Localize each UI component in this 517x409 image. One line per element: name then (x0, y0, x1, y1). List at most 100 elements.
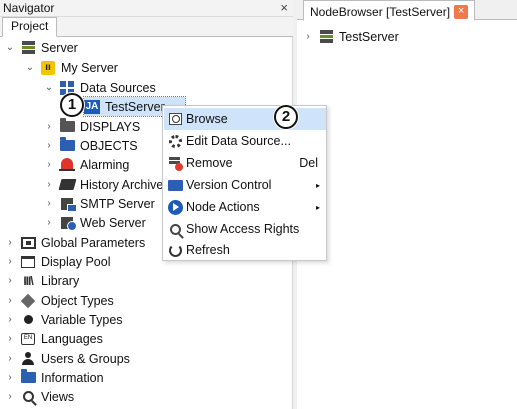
remove-icon (167, 155, 183, 171)
context-menu: Browse Edit Data Source... Remove Del Ve… (162, 105, 327, 261)
node-browser-root[interactable]: › TestServer (302, 27, 398, 46)
tree-item-my-server[interactable]: ⌄ ıı My Server (24, 58, 118, 77)
tree-item-data-sources[interactable]: ⌄ Data Sources (43, 78, 156, 97)
expand-chevron-icon[interactable]: › (4, 275, 16, 286)
expand-chevron-icon[interactable]: ⌄ (43, 82, 55, 93)
tree-item-label: Alarming (80, 157, 130, 172)
folder-icon (59, 118, 75, 135)
menu-item-label: Refresh (186, 243, 230, 257)
tree-item-server[interactable]: ⌄ Server (4, 38, 78, 57)
tab-project[interactable]: Project (2, 17, 58, 37)
library-icon: III\ (23, 273, 33, 288)
tree-item-web-server[interactable]: › Web Server (43, 213, 146, 232)
expand-chevron-icon[interactable]: › (43, 198, 55, 209)
step-badge-2: 2 (274, 105, 298, 129)
tree-item-history-archive[interactable]: › History Archive (43, 175, 163, 194)
display-pool-icon (20, 254, 36, 270)
user-icon (20, 351, 36, 367)
expand-chevron-icon[interactable]: › (43, 179, 55, 190)
tree-item-label: OBJECTS (80, 138, 138, 153)
expand-chevron-icon[interactable]: ⌄ (4, 42, 16, 53)
expand-chevron-icon[interactable]: › (4, 333, 16, 344)
expand-chevron-icon[interactable]: › (4, 295, 16, 306)
submenu-arrow-icon: ▸ (315, 180, 320, 190)
tree-item-label: Global Parameters (41, 235, 146, 250)
tree-item-languages[interactable]: › EN Languages (4, 329, 103, 348)
tree-item-variable-types[interactable]: › Variable Types (4, 310, 123, 329)
search-icon (20, 389, 36, 405)
tree-item-label: Library (41, 273, 80, 288)
tree-item-label: Languages (41, 331, 103, 346)
menu-item-refresh[interactable]: Refresh (164, 239, 326, 261)
tree-item-label: Server (41, 40, 78, 55)
menu-item-label: Node Actions (186, 200, 260, 214)
menu-item-show-access-rights[interactable]: Show Access Rights (164, 218, 326, 240)
expand-chevron-icon[interactable]: › (43, 121, 55, 132)
navigator-tabstrip: Project (0, 17, 293, 37)
expand-chevron-icon[interactable]: › (4, 372, 16, 383)
expand-chevron-icon[interactable]: › (4, 391, 16, 402)
expand-chevron-icon[interactable]: › (43, 140, 55, 151)
languages-icon: EN (20, 331, 36, 347)
menu-item-label: Browse (186, 112, 228, 126)
tree-item-label: History Archive (80, 177, 164, 192)
server-icon (318, 29, 334, 45)
play-icon (167, 199, 183, 215)
folder-icon (20, 369, 36, 386)
menu-item-shortcut: Del (299, 156, 318, 170)
magnifier-icon (167, 221, 183, 237)
folder-icon (59, 137, 75, 154)
browse-icon (167, 111, 183, 127)
server-icon (20, 40, 36, 56)
tree-item-label: Data Sources (80, 80, 156, 95)
menu-item-version-control[interactable]: Version Control ▸ (164, 174, 326, 196)
navigator-title: Navigator (3, 1, 55, 15)
book-icon (58, 177, 76, 193)
tree-item-alarming[interactable]: › Alarming (43, 155, 129, 174)
menu-item-label: Show Access Rights (186, 222, 300, 236)
menu-item-remove[interactable]: Remove Del (164, 152, 326, 174)
step-badge-1: 1 (60, 93, 84, 117)
tree-item-display-pool[interactable]: › Display Pool (4, 252, 110, 271)
menu-item-label: Version Control (186, 178, 272, 192)
expand-chevron-icon[interactable]: › (4, 353, 16, 364)
tab-node-browser[interactable]: NodeBrowser [TestServer] × (303, 0, 476, 21)
tree-item-smtp-server[interactable]: › SMTP Server (43, 194, 155, 213)
menu-item-label: Edit Data Source... (186, 134, 291, 148)
menu-item-label: Remove (186, 156, 233, 170)
tree-item-label: Users & Groups (41, 351, 130, 366)
expand-chevron-icon[interactable]: › (302, 31, 314, 42)
expand-chevron-icon[interactable]: ⌄ (24, 62, 36, 73)
menu-item-edit-data-source[interactable]: Edit Data Source... (164, 130, 326, 152)
bell-icon (59, 157, 75, 173)
menu-item-node-actions[interactable]: Node Actions ▸ (164, 196, 326, 218)
expand-chevron-icon[interactable]: › (43, 217, 55, 228)
tree-item-information[interactable]: › Information (4, 368, 104, 387)
tree-item-library[interactable]: › III\ Library (4, 271, 79, 290)
tree-item-users-groups[interactable]: › Users & Groups (4, 349, 130, 368)
dot-icon (20, 312, 36, 328)
my-server-icon: ıı (40, 60, 56, 76)
parameters-icon (20, 235, 36, 251)
tree-item-label: Object Types (41, 293, 114, 308)
menu-item-browse[interactable]: Browse (164, 108, 326, 130)
expand-chevron-icon[interactable]: › (4, 314, 16, 325)
tree-item-global-parameters[interactable]: › Global Parameters (4, 233, 145, 252)
tab-label: NodeBrowser [TestServer] (310, 4, 451, 19)
expand-chevron-icon[interactable]: › (4, 256, 16, 267)
tree-item-object-types[interactable]: › Object Types (4, 291, 114, 310)
tree-item-views[interactable]: › Views (4, 387, 74, 406)
tree-item-label: Variable Types (41, 312, 123, 327)
tree-item-label: DISPLAYS (80, 119, 141, 134)
tree-item-objects[interactable]: › OBJECTS (43, 136, 138, 155)
expand-chevron-icon[interactable]: › (43, 159, 55, 170)
cube-icon (20, 293, 36, 309)
tree-item-label: Web Server (80, 215, 146, 230)
mail-server-icon (59, 196, 77, 212)
close-icon[interactable]: × (454, 4, 469, 19)
node-browser-panel: NodeBrowser [TestServer] × › TestServer (297, 0, 517, 409)
navigator-close-icon[interactable]: × (280, 0, 288, 15)
expand-chevron-icon[interactable]: › (4, 237, 16, 248)
tree-item-displays[interactable]: › DISPLAYS (43, 117, 140, 136)
node-browser-tabstrip: NodeBrowser [TestServer] × (297, 0, 517, 21)
